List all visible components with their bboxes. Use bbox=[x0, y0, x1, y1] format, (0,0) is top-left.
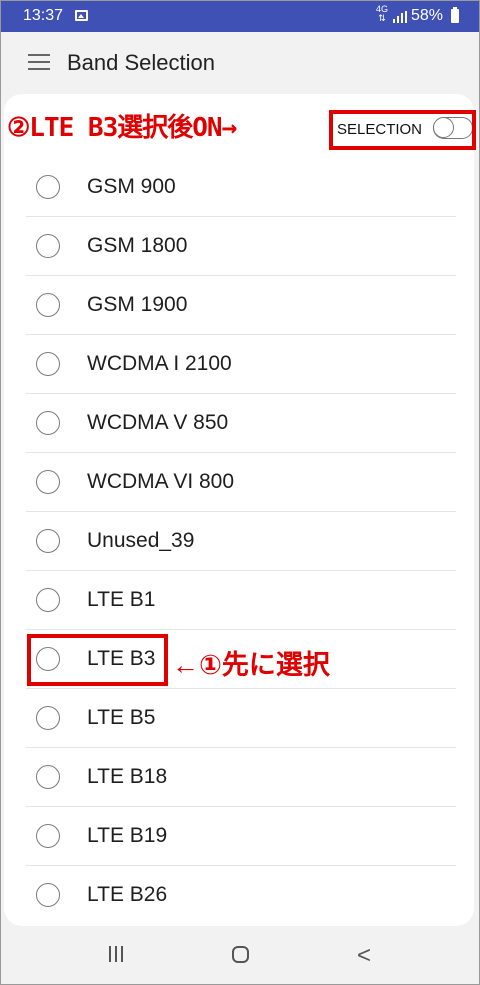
band-label: LTE B26 bbox=[87, 883, 168, 906]
band-item[interactable]: LTE B26 bbox=[4, 866, 474, 925]
network-4g-icon: 4G ⇅ bbox=[376, 4, 389, 23]
band-item[interactable]: GSM 1800 bbox=[4, 217, 474, 276]
home-icon[interactable] bbox=[232, 946, 249, 963]
band-label: WCDMA I 2100 bbox=[87, 352, 232, 375]
radio-button[interactable] bbox=[36, 175, 60, 199]
selection-row: ②LTE B3選択後ON→ SELECTION bbox=[4, 94, 476, 158]
annotation-step-1: ←①先に選択 bbox=[172, 650, 330, 680]
radio-button[interactable] bbox=[36, 352, 60, 376]
radio-button[interactable] bbox=[36, 234, 60, 258]
band-label: LTE B19 bbox=[87, 824, 168, 847]
band-item[interactable]: LTE B5 bbox=[4, 689, 474, 748]
band-item[interactable]: LTE B19 bbox=[4, 807, 474, 866]
band-item[interactable]: WCDMA I 2100 bbox=[4, 335, 474, 394]
radio-button[interactable] bbox=[36, 293, 60, 317]
status-bar: 13:37 4G ⇅ 58% bbox=[1, 1, 479, 32]
band-label: WCDMA VI 800 bbox=[87, 470, 235, 493]
recent-apps-icon[interactable] bbox=[109, 946, 125, 962]
status-time: 13:37 bbox=[23, 7, 64, 24]
network-label: 4G bbox=[376, 4, 389, 14]
radio-button[interactable] bbox=[36, 883, 60, 907]
radio-button[interactable] bbox=[36, 765, 60, 789]
toolbar: Band Selection bbox=[1, 32, 479, 94]
band-item[interactable]: WCDMA V 850 bbox=[4, 394, 474, 453]
band-label: GSM 900 bbox=[87, 175, 176, 198]
radio-button[interactable] bbox=[36, 470, 60, 494]
page-title: Band Selection bbox=[67, 50, 215, 75]
band-label: LTE B18 bbox=[87, 765, 168, 788]
band-label: Unused_39 bbox=[87, 529, 195, 552]
annotation-step-2: ②LTE B3選択後ON→ bbox=[7, 113, 237, 143]
radio-button[interactable] bbox=[36, 588, 60, 612]
back-icon[interactable]: < bbox=[357, 942, 371, 970]
band-label: WCDMA V 850 bbox=[87, 411, 229, 434]
band-label: GSM 1800 bbox=[87, 234, 188, 257]
signal-icon bbox=[393, 10, 407, 28]
band-item[interactable]: LTE B1 bbox=[4, 571, 474, 630]
band-label: LTE B1 bbox=[87, 588, 156, 611]
image-icon bbox=[75, 10, 88, 21]
band-item[interactable]: Unused_39 bbox=[4, 512, 474, 571]
battery-percent: 58% bbox=[411, 7, 444, 24]
band-label: GSM 1900 bbox=[87, 293, 188, 316]
band-item[interactable]: WCDMA VI 800 bbox=[4, 453, 474, 512]
annotation-box-selection bbox=[329, 110, 476, 150]
battery-icon bbox=[451, 7, 459, 23]
radio-button[interactable] bbox=[36, 824, 60, 848]
annotation-box-lte-b3 bbox=[27, 634, 168, 686]
band-item[interactable]: LTE B18 bbox=[4, 748, 474, 807]
band-card: ②LTE B3選択後ON→ SELECTION GSM 900 GSM 1800… bbox=[4, 94, 476, 926]
radio-button[interactable] bbox=[36, 529, 60, 553]
hamburger-menu-icon[interactable] bbox=[28, 54, 50, 70]
navigation-bar: < bbox=[1, 926, 479, 984]
band-item[interactable]: GSM 1900 bbox=[4, 276, 474, 335]
radio-button[interactable] bbox=[36, 706, 60, 730]
radio-button[interactable] bbox=[36, 411, 60, 435]
band-label: LTE B5 bbox=[87, 706, 156, 729]
band-item[interactable]: GSM 900 bbox=[4, 158, 474, 217]
